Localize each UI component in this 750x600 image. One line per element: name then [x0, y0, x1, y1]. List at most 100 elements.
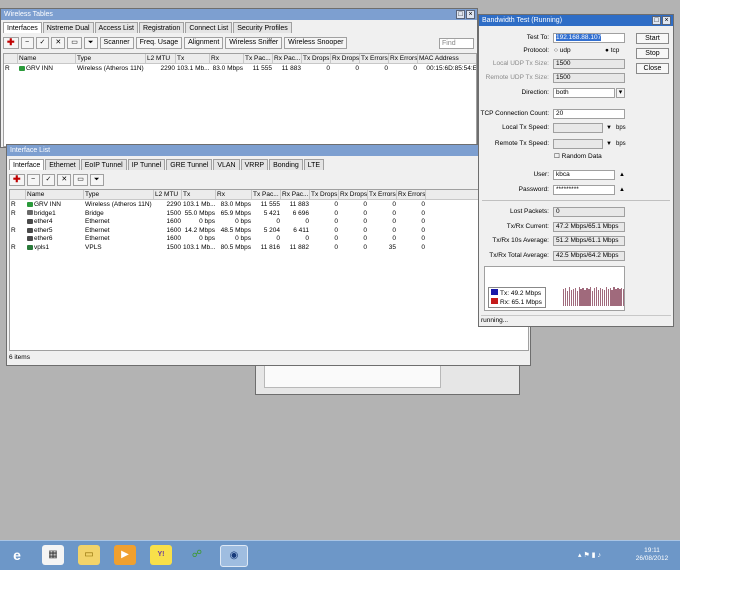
close-icon[interactable]: × — [466, 10, 475, 19]
maximize-icon[interactable]: □ — [456, 10, 465, 19]
column-header-tx-drops[interactable]: Tx Drops — [310, 190, 339, 199]
password-field[interactable]: ********* — [553, 185, 615, 195]
test-to-field[interactable]: 192.168.88.107 — [553, 33, 625, 43]
alignment-button[interactable]: Alignment — [184, 37, 224, 49]
column-header-l2-mtu[interactable]: L2 MTU — [154, 190, 182, 199]
stop-button[interactable]: Stop — [636, 48, 669, 59]
freq-usage-button[interactable]: Freq. Usage — [135, 37, 183, 49]
graph-bar — [623, 288, 624, 306]
close-icon[interactable]: × — [662, 16, 671, 25]
tab-gre-tunnel[interactable]: GRE Tunnel — [166, 159, 213, 170]
column-header-rx-errors[interactable]: Rx Errors — [397, 190, 426, 199]
flag-column-header[interactable] — [10, 190, 26, 199]
start-button[interactable]: Start — [636, 33, 669, 44]
udp-radio[interactable]: ○ udp — [554, 46, 571, 56]
tab-ip-tunnel[interactable]: IP Tunnel — [127, 159, 166, 170]
tab-nstreme-dual[interactable]: Nstreme Dual — [42, 22, 94, 33]
current-label: Tx/Rx Current: — [506, 223, 549, 230]
random-data-checkbox[interactable]: ☐ Random Data — [554, 152, 602, 162]
tab-security-profiles[interactable]: Security Profiles — [233, 22, 292, 33]
remote-bps-label: bps — [616, 141, 626, 147]
chevron-down-icon[interactable]: ▼ — [606, 139, 612, 149]
remove-button[interactable]: − — [20, 37, 34, 49]
table-row[interactable]: R GRV INN Wireless (Atheros 11N) 2290 103.1 … — [4, 64, 476, 73]
ie-icon[interactable]: e — [6, 545, 28, 565]
enable-button[interactable]: ✓ — [41, 174, 56, 186]
remote-speed-field[interactable] — [553, 139, 603, 149]
tab-vlan[interactable]: VLAN — [213, 159, 240, 170]
clock[interactable]: 19:11 26/08/2012 — [628, 547, 676, 563]
chevron-down-icon[interactable]: ▼ — [606, 123, 612, 133]
yahoo-messenger-icon[interactable]: Y! — [150, 545, 172, 565]
chevron-up-icon[interactable]: ▲ — [619, 185, 625, 195]
flag-column-header[interactable] — [4, 54, 18, 63]
tab-connect-list[interactable]: Connect List — [185, 22, 233, 33]
tcp-conn-label: TCP Connection Count: — [480, 110, 549, 117]
enable-button[interactable]: ✓ — [35, 37, 50, 49]
tcp-conn-field[interactable]: 20 — [553, 109, 625, 119]
local-udp-field[interactable]: 1500 — [553, 59, 625, 69]
sniffer-button[interactable]: Wireless Sniffer — [225, 37, 283, 49]
column-header-rx-pac[interactable]: Rx Pac... — [273, 54, 302, 63]
table-row[interactable]: Rvpls1 VPLS 1500 103.1 Mb... 80.5 Mbps 11 816… — [10, 243, 528, 252]
media-center-icon[interactable]: ▦ — [42, 545, 64, 565]
column-header-rx-drops[interactable]: Rx Drops — [339, 190, 368, 199]
tab-access-list[interactable]: Access List — [94, 22, 138, 33]
column-header-type[interactable]: Type — [76, 54, 146, 63]
vpls-interface-icon — [27, 244, 33, 250]
media-player-icon[interactable]: ▶ — [114, 545, 136, 565]
remote-udp-label: Remote UDP Tx Size: — [485, 74, 549, 81]
tab-interfaces[interactable]: Interfaces — [3, 22, 42, 33]
column-header-rx[interactable]: Rx — [216, 190, 252, 199]
column-header-type[interactable]: Type — [84, 190, 154, 199]
filter-icon[interactable]: ⏷ — [83, 37, 98, 49]
tab-ethernet[interactable]: Ethernet — [45, 159, 80, 170]
local-speed-field[interactable] — [553, 123, 603, 133]
comment-button[interactable]: ▭ — [67, 37, 82, 49]
add-button[interactable]: ✚ — [3, 37, 19, 49]
column-header-rx-drops[interactable]: Rx Drops — [331, 54, 360, 63]
wireless-tabs: Interfaces Nstreme Dual Access List Registr… — [3, 22, 293, 33]
user-field[interactable]: kbca — [553, 170, 615, 180]
column-header-rx-pac[interactable]: Rx Pac... — [281, 190, 310, 199]
column-header-rx-errors[interactable]: Rx Errors — [389, 54, 418, 63]
tab-eoip-tunnel[interactable]: EoIP Tunnel — [80, 159, 127, 170]
winbox-icon[interactable]: ◉ — [220, 545, 248, 567]
column-header-tx[interactable]: Tx — [176, 54, 210, 63]
column-header-tx-drops[interactable]: Tx Drops — [302, 54, 331, 63]
filter-icon[interactable]: ⏷ — [89, 174, 104, 186]
table-cell: 103.1 Mb... — [183, 244, 216, 251]
comment-button[interactable]: ▭ — [73, 174, 88, 186]
chevron-up-icon[interactable]: ▲ — [619, 170, 625, 180]
column-header-tx-pac[interactable]: Tx Pac... — [244, 54, 273, 63]
explorer-icon[interactable]: ▭ — [78, 545, 100, 565]
column-header-name[interactable]: Name — [26, 190, 84, 199]
tab-vrrp[interactable]: VRRP — [240, 159, 269, 170]
column-header-mac-address[interactable]: MAC Address — [418, 54, 476, 63]
chevron-down-icon[interactable]: ▾ — [616, 88, 625, 98]
add-button[interactable]: ✚ — [9, 174, 25, 186]
remove-button[interactable]: − — [26, 174, 40, 186]
tab-lte[interactable]: LTE — [303, 159, 325, 170]
network-icon[interactable]: ☍ — [186, 545, 208, 565]
snooper-button[interactable]: Wireless Snooper — [284, 37, 348, 49]
disable-button[interactable]: ✕ — [57, 174, 72, 186]
column-header-tx-pac[interactable]: Tx Pac... — [252, 190, 281, 199]
column-header-tx[interactable]: Tx — [182, 190, 216, 199]
disable-button[interactable]: ✕ — [51, 37, 66, 49]
scanner-button[interactable]: Scanner — [99, 37, 134, 49]
column-header-name[interactable]: Name — [18, 54, 76, 63]
maximize-icon[interactable]: □ — [652, 16, 661, 25]
remote-udp-field[interactable]: 1500 — [553, 73, 625, 83]
column-header-rx[interactable]: Rx — [210, 54, 244, 63]
column-header-tx-errors[interactable]: Tx Errors — [360, 54, 389, 63]
column-header-tx-errors[interactable]: Tx Errors — [368, 190, 397, 199]
tcp-radio[interactable]: ● tcp — [605, 46, 619, 56]
tab-interface[interactable]: Interface — [9, 159, 45, 170]
close-button[interactable]: Close — [636, 63, 669, 74]
direction-select[interactable]: both — [553, 88, 615, 98]
find-input[interactable]: Find — [439, 38, 474, 49]
column-header-l2-mtu[interactable]: L2 MTU — [146, 54, 176, 63]
tab-bonding[interactable]: Bonding — [269, 159, 303, 170]
tab-registration[interactable]: Registration — [138, 22, 185, 33]
